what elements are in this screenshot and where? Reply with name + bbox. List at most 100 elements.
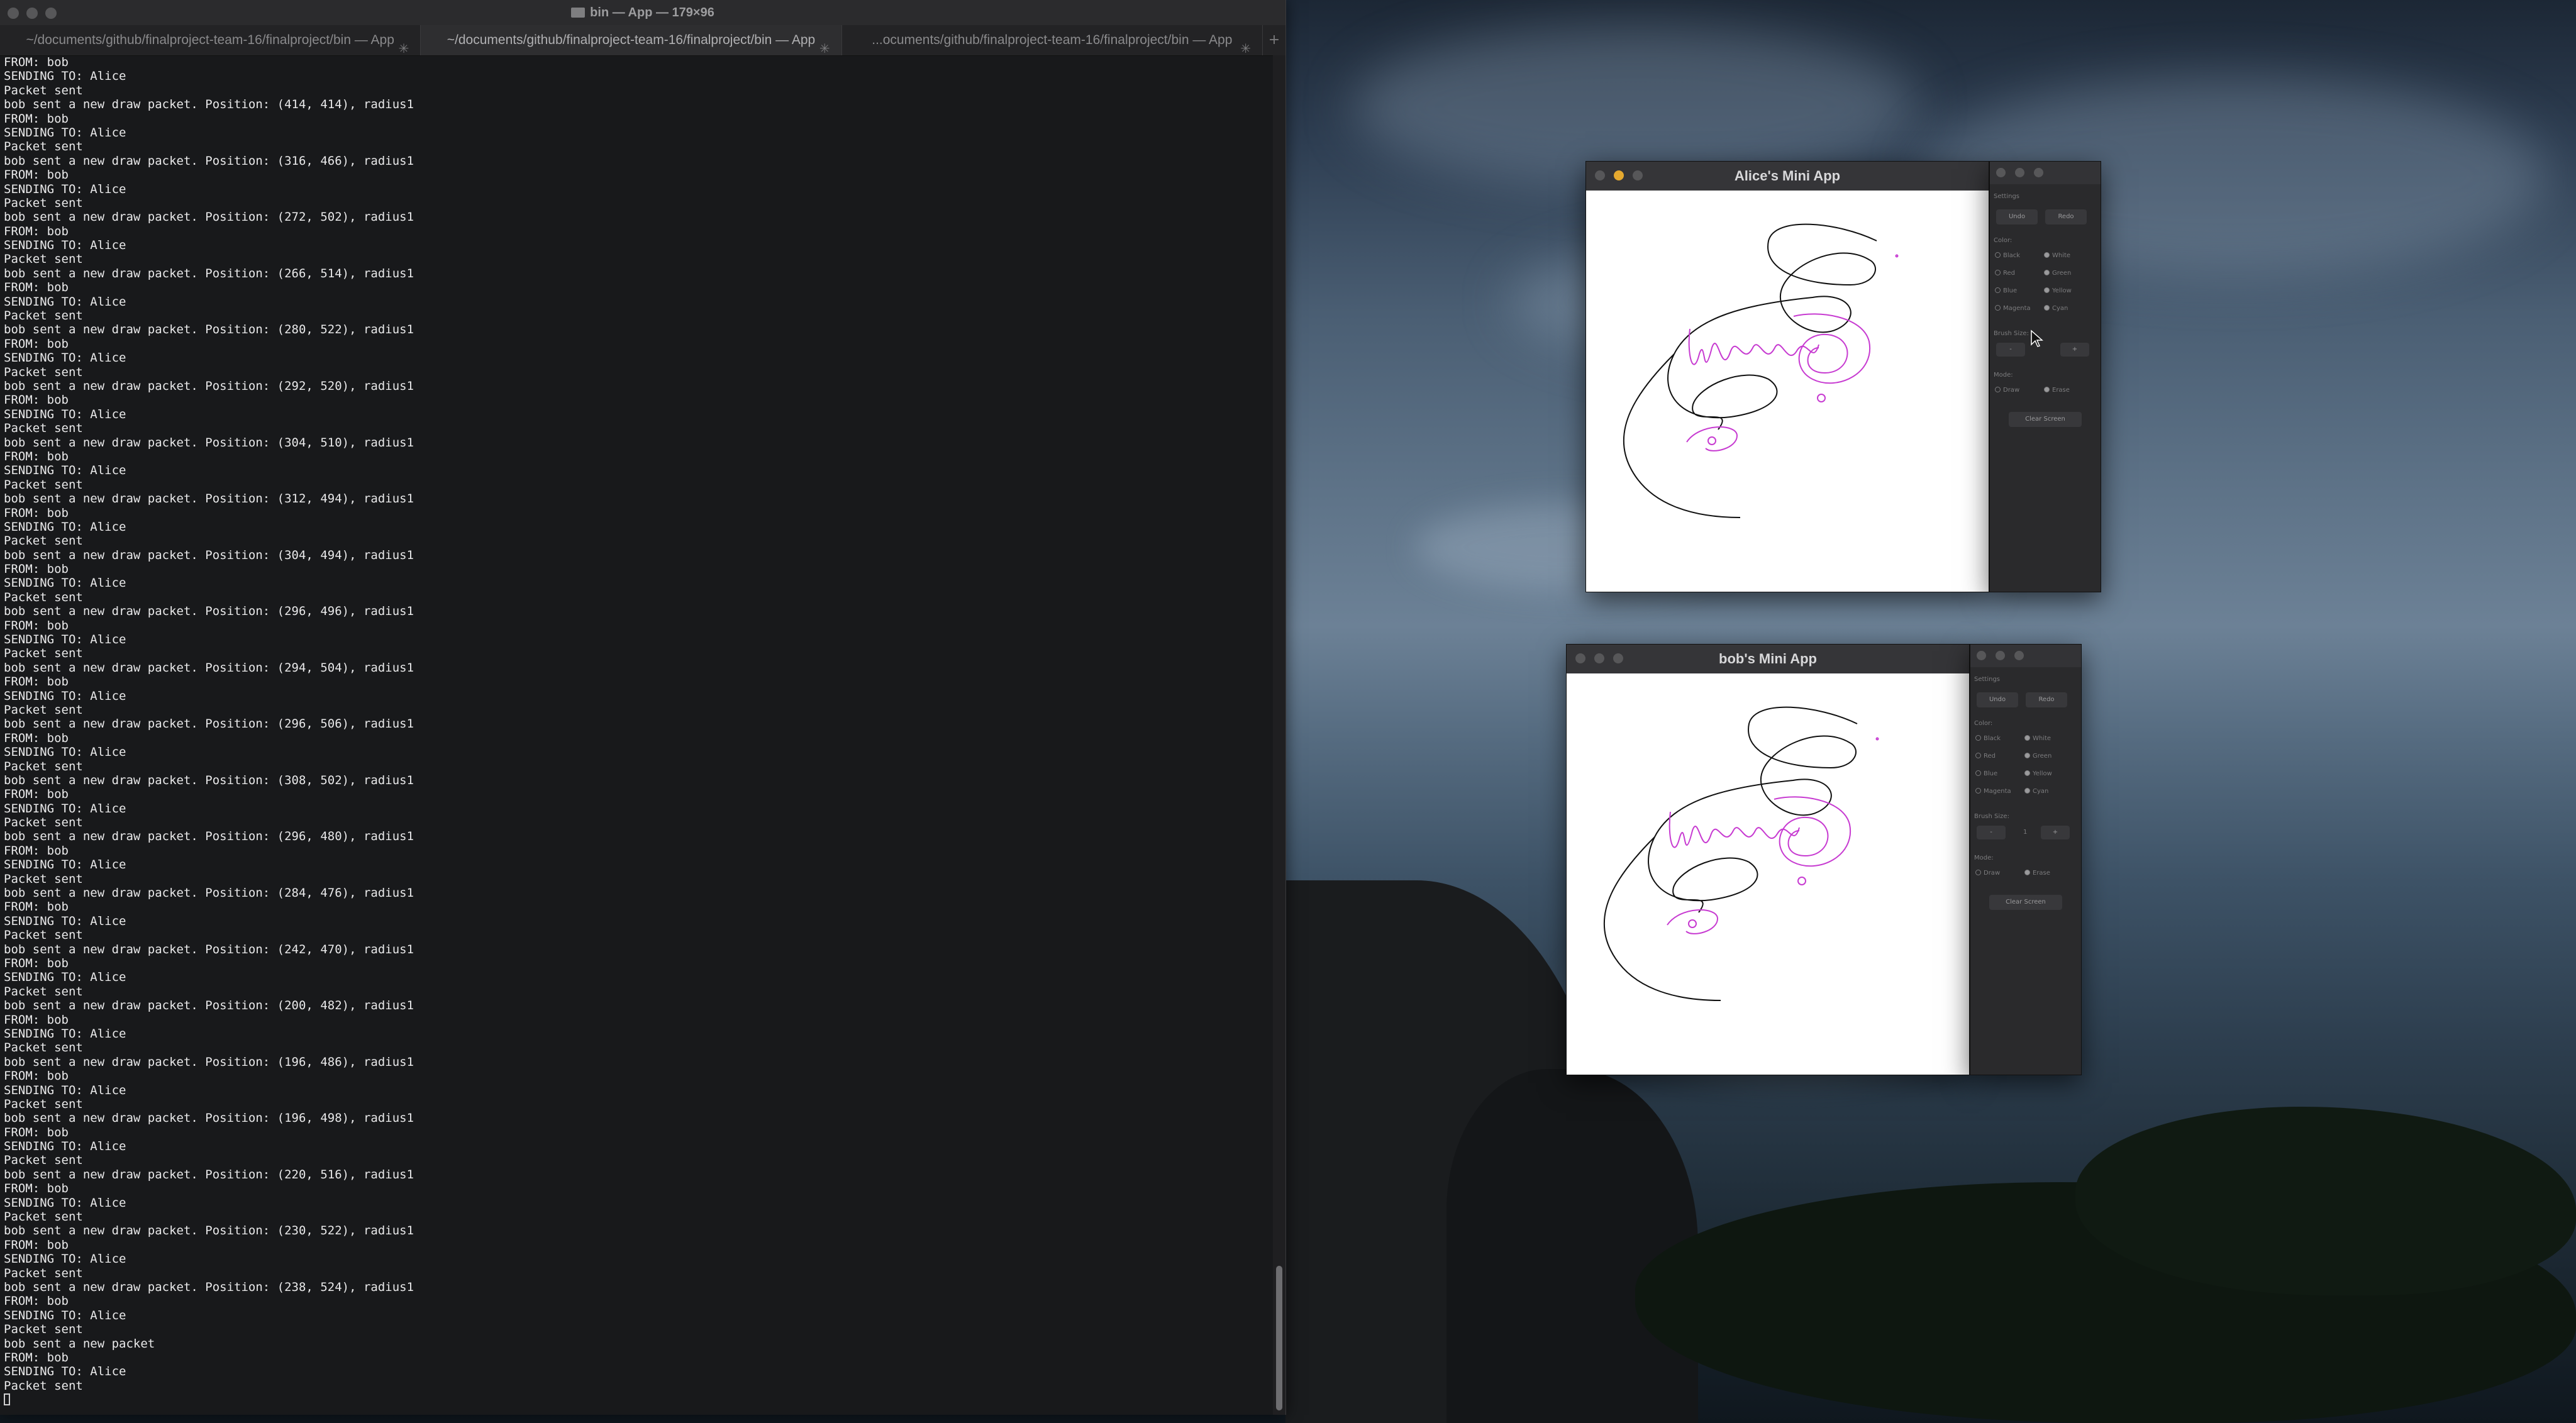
bob-titlebar[interactable]: bob's Mini App [1567, 645, 1969, 673]
brush-plus-button[interactable]: + [2060, 343, 2089, 357]
terminal-prompt[interactable] [4, 1393, 1274, 1407]
color-radio-cyan[interactable]: Cyan [2044, 305, 2068, 312]
magenta-stroke [1895, 254, 1899, 258]
terminal-line: bob sent a new draw packet. Position: (2… [4, 266, 414, 280]
color-radio-magenta[interactable]: Magenta [1995, 305, 2031, 312]
undo-button[interactable]: Undo [1996, 209, 2038, 224]
magenta-stroke [1797, 877, 1806, 885]
terminal-line: SENDING TO: Alice [4, 1195, 126, 1210]
terminal-line: FROM: bob [4, 731, 69, 745]
redo-button[interactable]: Redo [2026, 692, 2067, 707]
terminal-line: SENDING TO: Alice [4, 519, 126, 534]
alice-settings-panel[interactable]: Settings Undo Redo Color: Black White Re… [1989, 161, 2101, 592]
mode-heading: Mode: [1974, 855, 1994, 861]
redo-button[interactable]: Redo [2045, 209, 2087, 224]
mode-heading: Mode: [1994, 372, 2013, 379]
terminal-line: SENDING TO: Alice [4, 1252, 126, 1266]
color-radio-white[interactable]: White [2044, 252, 2070, 259]
zoom-button[interactable] [1613, 653, 1623, 663]
color-radio-yellow[interactable]: Yellow [2024, 770, 2052, 777]
terminal-line: SENDING TO: Alice [4, 689, 126, 703]
terminal-line: bob sent a new draw packet. Position: (3… [4, 435, 414, 450]
mode-radio-erase[interactable]: Erase [2044, 387, 2070, 394]
color-radio-cyan[interactable]: Cyan [2024, 788, 2048, 795]
brush-minus-button[interactable]: - [1996, 343, 2025, 357]
color-radio-red[interactable]: Red [1975, 753, 1996, 760]
terminal-line: FROM: bob [4, 787, 69, 802]
brush-plus-button[interactable]: + [2041, 826, 2070, 839]
zoom-button[interactable] [2014, 651, 2024, 660]
close-button[interactable] [1595, 170, 1605, 180]
terminal-window[interactable]: bin — App — 179×96 ~/documents/github/fi… [0, 0, 1286, 1415]
terminal-line: FROM: bob [4, 506, 69, 520]
terminal-titlebar[interactable]: bin — App — 179×96 [0, 0, 1285, 25]
window-title: bob's Mini App [1719, 651, 1817, 667]
color-radio-magenta[interactable]: Magenta [1975, 788, 2011, 795]
bob-app-window[interactable]: bob's Mini App [1566, 644, 1970, 1075]
terminal-line: Packet sent [4, 477, 83, 492]
settings-titlebar[interactable] [1970, 645, 2081, 667]
alice-drawing-canvas[interactable] [1586, 191, 1989, 592]
magenta-stroke [1875, 737, 1879, 741]
terminal-line: FROM: bob [4, 280, 69, 295]
tab-3[interactable]: ...ocuments/github/finalproject-team-16/… [842, 25, 1263, 55]
mode-radio-erase[interactable]: Erase [2024, 870, 2050, 877]
tab-bar: ~/documents/github/finalproject-team-16/… [0, 25, 1285, 56]
mode-radio-draw[interactable]: Draw [1975, 870, 2000, 877]
minimize-button[interactable] [1996, 651, 2005, 660]
terminal-line: bob sent a new draw packet. Position: (1… [4, 1055, 414, 1069]
terminal-line: bob sent a new draw packet. Position: (3… [4, 773, 414, 787]
zoom-button[interactable] [2034, 168, 2043, 177]
magenta-stroke [1707, 436, 1716, 445]
brush-size-heading: Brush Size: [1974, 813, 2009, 820]
color-radio-green[interactable]: Green [2044, 270, 2071, 277]
terminal-line: bob sent a new draw packet. Position: (2… [4, 210, 414, 224]
settings-titlebar[interactable] [1990, 162, 2101, 184]
color-radio-white[interactable]: White [2024, 735, 2051, 742]
minimize-button[interactable] [1614, 170, 1624, 180]
clear-screen-button[interactable]: Clear Screen [1989, 895, 2062, 910]
alice-app-window[interactable]: Alice's Mini App [1585, 161, 1989, 592]
activity-spinner-icon: ✳ [398, 42, 409, 55]
color-radio-black[interactable]: Black [1995, 252, 2020, 259]
tab-2[interactable]: ~/documents/github/finalproject-team-16/… [421, 25, 842, 55]
color-radio-blue[interactable]: Blue [1995, 287, 2017, 294]
terminal-line: SENDING TO: Alice [4, 238, 126, 253]
magenta-stroke [1688, 919, 1697, 928]
color-radio-blue[interactable]: Blue [1975, 770, 1997, 777]
terminal-line: bob sent a new draw packet. Position: (2… [4, 323, 414, 337]
terminal-line: SENDING TO: Alice [4, 801, 126, 816]
alice-titlebar[interactable]: Alice's Mini App [1586, 162, 1989, 191]
mode-radio-draw[interactable]: Draw [1995, 387, 2019, 394]
brush-minus-button[interactable]: - [1977, 826, 2006, 839]
terminal-output[interactable]: FROM: bob SENDING TO: Alice Packet sent bob… [0, 55, 1274, 1414]
terminal-line: SENDING TO: Alice [4, 182, 126, 196]
minimize-button[interactable] [1594, 653, 1604, 663]
close-button[interactable] [1977, 651, 1986, 660]
terminal-line: SENDING TO: Alice [4, 69, 126, 84]
undo-button[interactable]: Undo [1977, 692, 2018, 707]
terminal-scrollbar[interactable] [1273, 55, 1285, 1415]
terminal-line: bob sent a new draw packet. Position: (2… [4, 1280, 414, 1294]
color-radio-red[interactable]: Red [1995, 270, 2015, 277]
tab-1[interactable]: ~/documents/github/finalproject-team-16/… [0, 25, 421, 55]
black-stroke [1623, 353, 1741, 518]
color-radio-black[interactable]: Black [1975, 735, 2001, 742]
scrollbar-thumb[interactable] [1276, 1266, 1282, 1410]
zoom-button[interactable] [1633, 170, 1643, 180]
color-radio-yellow[interactable]: Yellow [2044, 287, 2072, 294]
magenta-stroke [1817, 394, 1826, 402]
close-button[interactable] [1575, 653, 1585, 663]
terminal-line: bob sent a new draw packet. Position: (2… [4, 717, 414, 731]
terminal-line: FROM: bob [4, 843, 69, 858]
clear-screen-button[interactable]: Clear Screen [2009, 412, 2082, 427]
close-button[interactable] [1996, 168, 2006, 177]
minimize-button[interactable] [2015, 168, 2024, 177]
window-title: Alice's Mini App [1734, 168, 1841, 184]
bob-settings-panel[interactable]: Settings Undo Redo Color: Black White Re… [1970, 644, 2082, 1075]
drawing-strokes [1623, 223, 1899, 518]
color-radio-green[interactable]: Green [2024, 753, 2051, 760]
bob-drawing-canvas[interactable] [1567, 673, 1969, 1075]
new-tab-button[interactable]: + [1263, 25, 1285, 55]
cliff-rock [1446, 1069, 1698, 1423]
